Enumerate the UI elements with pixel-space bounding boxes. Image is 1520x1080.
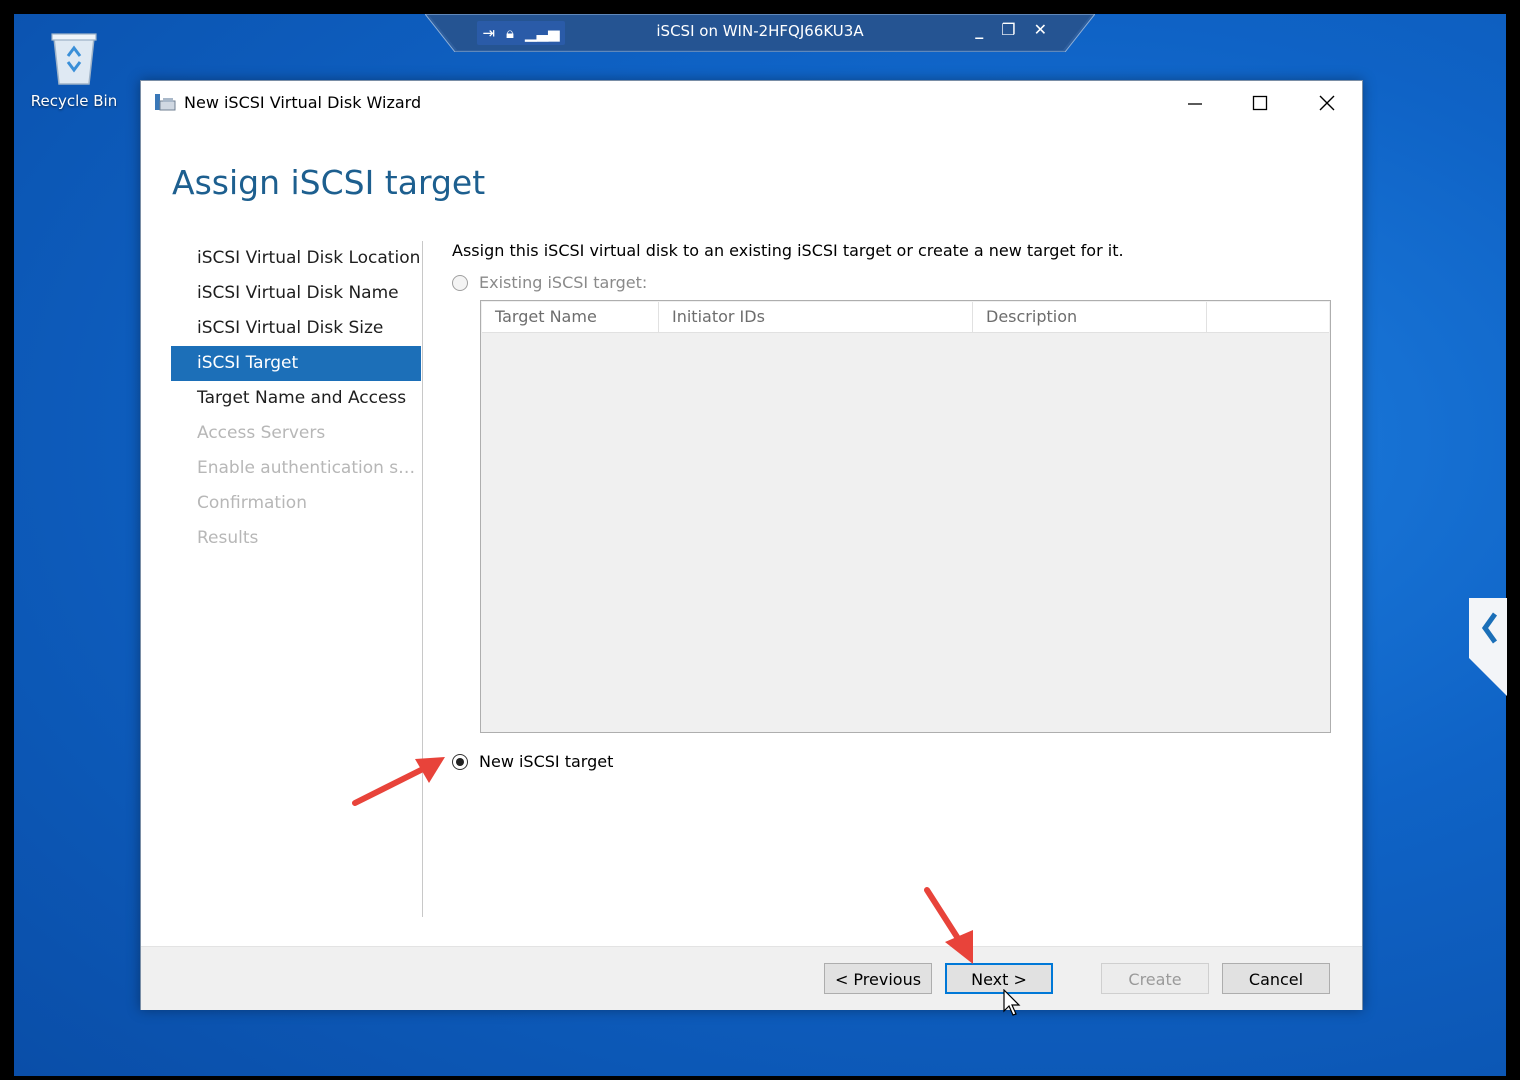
existing-target-radio (452, 274, 468, 291)
close-button[interactable] (1304, 87, 1350, 119)
column-header-initiator-ids[interactable]: Initiator IDs (659, 302, 973, 332)
column-header-filler (1207, 302, 1329, 332)
close-icon (1319, 95, 1335, 111)
minimize-icon (1188, 103, 1202, 105)
existing-targets-table: Target Name Initiator IDs Description (480, 300, 1331, 733)
maximize-button[interactable] (1237, 87, 1283, 119)
wizard-steps-nav: iSCSI Virtual Disk Location iSCSI Virtua… (171, 241, 421, 556)
column-header-description[interactable]: Description (973, 302, 1207, 332)
nav-item-access-servers: Access Servers (197, 423, 326, 443)
remote-desktop-bar[interactable]: ⇥ 🔒︎ ▁▃▅ iSCSI on WIN-2HFQJ66KU3A _ ❐ ✕ (425, 14, 1095, 52)
description-text: Assign this iSCSI virtual disk to an exi… (452, 241, 1124, 260)
nav-item-iscsi-target[interactable]: iSCSI Target (171, 346, 421, 381)
recycle-bin[interactable]: Recycle Bin (28, 28, 120, 110)
window-title: New iSCSI Virtual Disk Wizard (184, 93, 422, 112)
maximize-icon (1252, 95, 1268, 111)
recycle-bin-icon (48, 28, 100, 86)
restore-icon[interactable]: ❐ (1001, 20, 1015, 39)
nav-item-disk-name[interactable]: iSCSI Virtual Disk Name (171, 276, 421, 311)
side-panel-tab[interactable] (1469, 598, 1507, 696)
new-target-label[interactable]: New iSCSI target (479, 752, 613, 771)
annotation-arrow-icon (924, 887, 973, 964)
nav-item-results: Results (197, 528, 259, 548)
annotation-arrow-icon (352, 757, 445, 806)
nav-item-target-name-access[interactable]: Target Name and Access (171, 381, 421, 416)
rdp-controls: _ ❐ ✕ (975, 20, 1047, 39)
nav-item-disk-size[interactable]: iSCSI Virtual Disk Size (171, 311, 421, 346)
nav-item-enable-authentication: Enable authentication ser... (197, 458, 421, 478)
existing-target-label: Existing iSCSI target: (479, 273, 648, 292)
nav-divider (422, 241, 423, 917)
existing-target-option: Existing iSCSI target: (452, 273, 647, 292)
wizard-icon (154, 92, 176, 112)
nav-item-disk-location[interactable]: iSCSI Virtual Disk Location (171, 241, 421, 276)
mouse-cursor-icon (1003, 989, 1021, 1016)
close-icon[interactable]: ✕ (1034, 20, 1047, 39)
minimize-icon[interactable]: _ (975, 20, 983, 39)
table-header: Target Name Initiator IDs Description (482, 302, 1329, 333)
title-bar[interactable]: New iSCSI Virtual Disk Wizard (141, 81, 1362, 125)
column-header-target-name[interactable]: Target Name (482, 302, 659, 332)
create-button: Create (1101, 963, 1209, 994)
new-target-option[interactable]: New iSCSI target (452, 752, 613, 771)
page-title: Assign iSCSI target (172, 163, 486, 202)
minimize-button[interactable] (1172, 87, 1218, 119)
wizard-window: New iSCSI Virtual Disk Wizard Assign iSC… (140, 80, 1363, 1010)
nav-item-confirmation: Confirmation (197, 493, 307, 513)
button-bar: < Previous Next > Create Cancel (141, 946, 1362, 1010)
recycle-bin-label: Recycle Bin (30, 92, 118, 110)
cancel-button[interactable]: Cancel (1222, 963, 1330, 994)
